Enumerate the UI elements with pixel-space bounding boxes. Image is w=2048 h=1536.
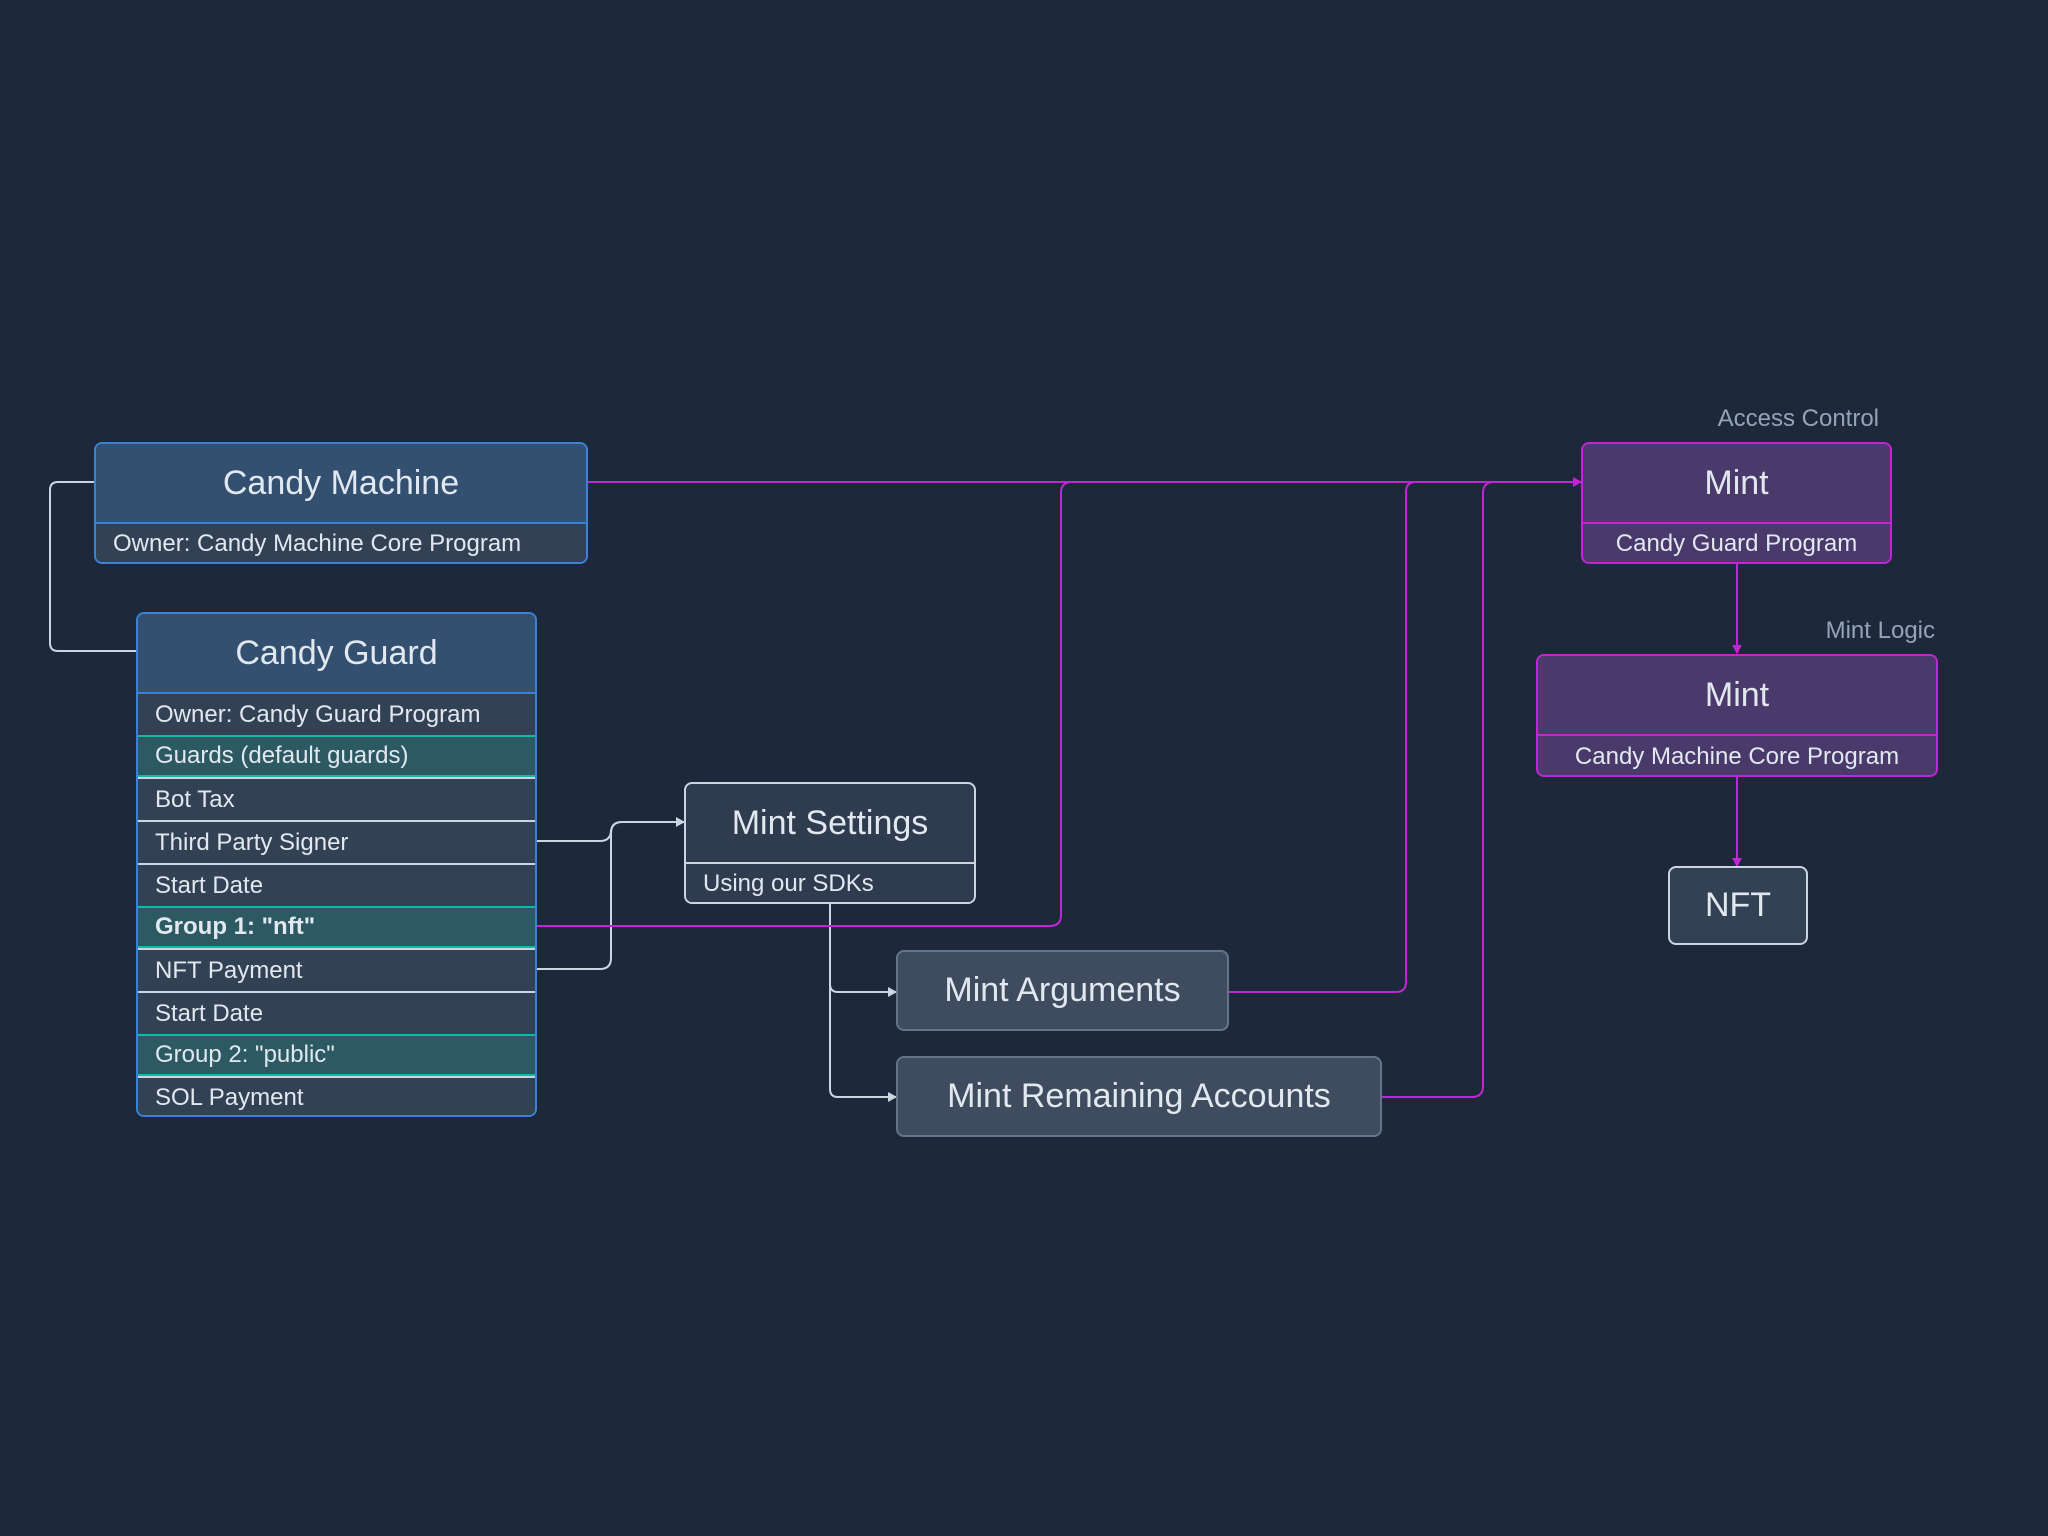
mint-settings-box: Mint Settings Using our SDKs [684,782,976,904]
start-date-group-row: Start Date [138,991,535,1034]
start-date-row: Start Date [138,863,535,906]
access-control-mint-title: Mint [1583,444,1890,522]
mint-arguments-box: Mint Arguments [896,950,1229,1031]
nft-payment-row: NFT Payment [138,948,535,991]
candy-machine-owner: Owner: Candy Machine Core Program [96,522,586,562]
access-control-program: Candy Guard Program [1583,522,1890,562]
connector-mint-arguments-to-access-control [1229,481,1417,993]
mint-logic-program: Candy Machine Core Program [1538,734,1936,775]
candy-guard-title: Candy Guard [138,614,535,692]
third-party-signer-row: Third Party Signer [138,820,535,863]
diagram-canvas: Candy Machine Owner: Candy Machine Core … [0,0,2048,1536]
sol-payment-row: SOL Payment [138,1076,535,1115]
mint-logic-mint-title: Mint [1538,656,1936,734]
connector-remaining-accounts-to-access-control [1382,481,1495,1098]
mint-remaining-accounts-box: Mint Remaining Accounts [896,1056,1382,1137]
mint-settings-subtitle: Using our SDKs [686,862,974,902]
candy-guard-owner-row: Owner: Candy Guard Program [138,692,535,735]
access-control-mint-box: Mint Candy Guard Program [1581,442,1892,564]
candy-guard-box: Candy Guard Owner: Candy Guard Program G… [136,612,537,1117]
bot-tax-row: Bot Tax [138,777,535,820]
connector-mint-settings-to-mint-arguments [829,904,897,997]
mint-remaining-accounts-title: Mint Remaining Accounts [947,1077,1331,1115]
group-public-row: Group 2: "public" [138,1034,535,1076]
connector-nft-payment-to-mint-settings [537,821,684,970]
candy-machine-title: Candy Machine [96,444,586,522]
mint-logic-label: Mint Logic [1825,617,1935,644]
group-nft-row: Group 1: "nft" [138,906,535,948]
mint-settings-title: Mint Settings [731,803,929,842]
nft-box: NFT [1668,866,1808,945]
mint-logic-mint-box: Mint Candy Machine Core Program [1536,654,1938,777]
default-guards-row: Guards (default guards) [138,735,535,777]
connector-mint-settings-to-remaining-accounts [829,984,897,1102]
nft-title: NFT [1704,886,1772,924]
candy-machine-box: Candy Machine Owner: Candy Machine Core … [94,442,588,564]
mint-arguments-title: Mint Arguments [944,971,1181,1009]
access-control-label: Access Control [1717,405,1879,432]
